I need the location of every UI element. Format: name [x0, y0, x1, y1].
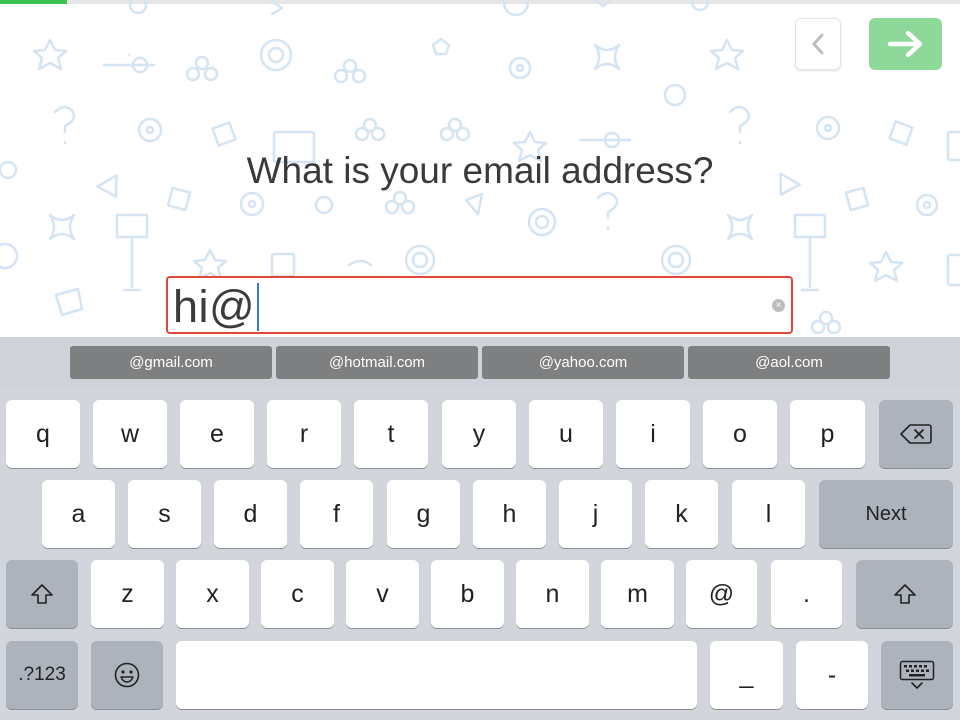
suggestion-yahoo[interactable]: @yahoo.com	[482, 346, 684, 379]
email-input-value: hi@	[173, 281, 256, 332]
key-n[interactable]: n	[516, 560, 589, 628]
key-o[interactable]: o	[703, 400, 777, 468]
key-u[interactable]: u	[529, 400, 603, 468]
shift-icon	[31, 584, 53, 604]
dismiss-keyboard-key[interactable]	[881, 641, 953, 709]
suggestion-bar: @gmail.com @hotmail.com @yahoo.com @aol.…	[0, 337, 960, 387]
key-j[interactable]: j	[559, 480, 632, 548]
key-r[interactable]: r	[267, 400, 341, 468]
key-w[interactable]: w	[93, 400, 167, 468]
emoji-key[interactable]	[91, 641, 163, 709]
space-key[interactable]	[176, 641, 697, 709]
suggestion-aol[interactable]: @aol.com	[688, 346, 890, 379]
suggestion-hotmail[interactable]: @hotmail.com	[276, 346, 478, 379]
key-s[interactable]: s	[128, 480, 201, 548]
key-v[interactable]: v	[346, 560, 419, 628]
emoji-icon	[114, 662, 140, 688]
backspace-icon	[900, 424, 932, 444]
next-arrow-button[interactable]	[869, 18, 942, 70]
key-z[interactable]: z	[91, 560, 164, 628]
key-k[interactable]: k	[645, 480, 718, 548]
clear-icon[interactable]: ×	[772, 299, 785, 312]
key-f[interactable]: f	[300, 480, 373, 548]
backspace-key[interactable]	[879, 400, 953, 468]
dash-key[interactable]: -	[796, 641, 868, 709]
onscreen-keyboard: @gmail.com @hotmail.com @yahoo.com @aol.…	[0, 337, 960, 720]
text-caret	[257, 283, 260, 331]
shift-key-left[interactable]	[6, 560, 78, 628]
key-i[interactable]: i	[616, 400, 690, 468]
key-t[interactable]: t	[354, 400, 428, 468]
next-key[interactable]: Next	[819, 480, 953, 548]
key-d[interactable]: d	[214, 480, 287, 548]
email-input[interactable]: hi@ ×	[166, 276, 793, 334]
key-e[interactable]: e	[180, 400, 254, 468]
back-button[interactable]	[795, 18, 841, 70]
shift-icon	[893, 584, 916, 604]
key-period[interactable]: .	[771, 560, 842, 628]
key-b[interactable]: b	[431, 560, 504, 628]
key-q[interactable]: q	[6, 400, 80, 468]
key-y[interactable]: y	[442, 400, 516, 468]
key-at[interactable]: @	[686, 560, 757, 628]
shift-key-right[interactable]	[856, 560, 953, 628]
question-heading: What is your email address?	[246, 150, 714, 191]
key-l[interactable]: l	[732, 480, 805, 548]
arrow-right-icon	[887, 30, 922, 58]
key-m[interactable]: m	[601, 560, 674, 628]
underscore-key[interactable]: _	[710, 641, 783, 709]
numbers-key[interactable]: .?123	[6, 641, 78, 709]
keyboard-dismiss-icon	[899, 660, 935, 689]
suggestion-gmail[interactable]: @gmail.com	[70, 346, 272, 379]
key-x[interactable]: x	[176, 560, 249, 628]
chevron-left-icon	[812, 33, 824, 55]
key-p[interactable]: p	[790, 400, 865, 468]
key-a[interactable]: a	[42, 480, 115, 548]
key-h[interactable]: h	[473, 480, 546, 548]
key-g[interactable]: g	[387, 480, 460, 548]
key-c[interactable]: c	[261, 560, 334, 628]
